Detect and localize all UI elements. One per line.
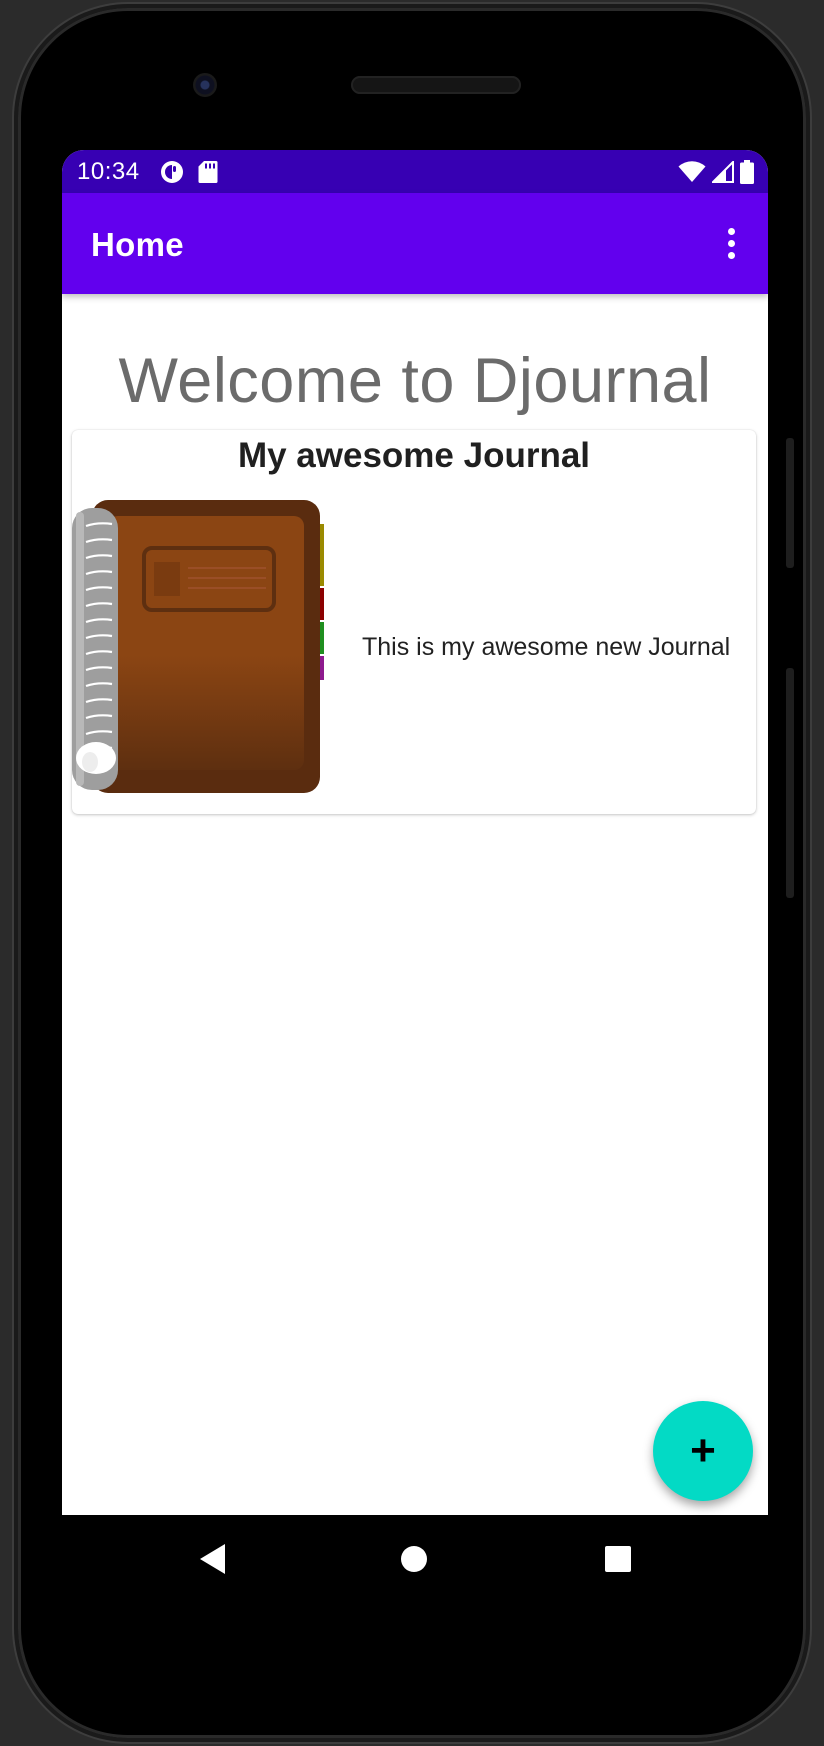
volume-button <box>786 668 794 898</box>
earpiece-speaker <box>351 76 521 94</box>
nav-recents-button[interactable] <box>596 1537 640 1581</box>
app-bar: Home <box>62 193 768 294</box>
power-button <box>786 438 794 568</box>
navigation-bar <box>62 1515 768 1601</box>
journal-card[interactable]: My awesome Journal This is my awesome ne… <box>72 430 756 814</box>
sd-card-icon <box>198 160 218 183</box>
assistant-icon <box>160 160 183 183</box>
front-camera <box>193 73 217 97</box>
back-icon <box>200 1544 225 1574</box>
battery-icon <box>740 159 754 184</box>
wifi-icon <box>678 160 706 182</box>
add-icon: + <box>690 1426 716 1475</box>
nav-back-button[interactable] <box>190 1537 234 1581</box>
status-bar: 10:34 <box>62 150 768 193</box>
journal-book-image <box>72 500 324 793</box>
status-time: 10:34 <box>77 157 140 185</box>
app-bar-title: Home <box>91 226 184 263</box>
recents-icon <box>605 1546 631 1572</box>
journal-title: My awesome Journal <box>237 436 591 475</box>
welcome-heading: Welcome to Djournal <box>118 346 712 416</box>
journal-description: This is my awesome new Journal <box>362 633 731 661</box>
app-screen: 10:34 Home Welcome to Djournal My awesom… <box>62 150 768 1515</box>
add-journal-button[interactable]: + <box>653 1401 753 1501</box>
status-system-icons <box>678 150 754 193</box>
more-vert-icon[interactable] <box>716 223 746 263</box>
home-icon <box>401 1546 427 1572</box>
status-notifications <box>160 160 218 184</box>
signal-icon <box>712 160 734 183</box>
nav-home-button[interactable] <box>392 1537 436 1581</box>
